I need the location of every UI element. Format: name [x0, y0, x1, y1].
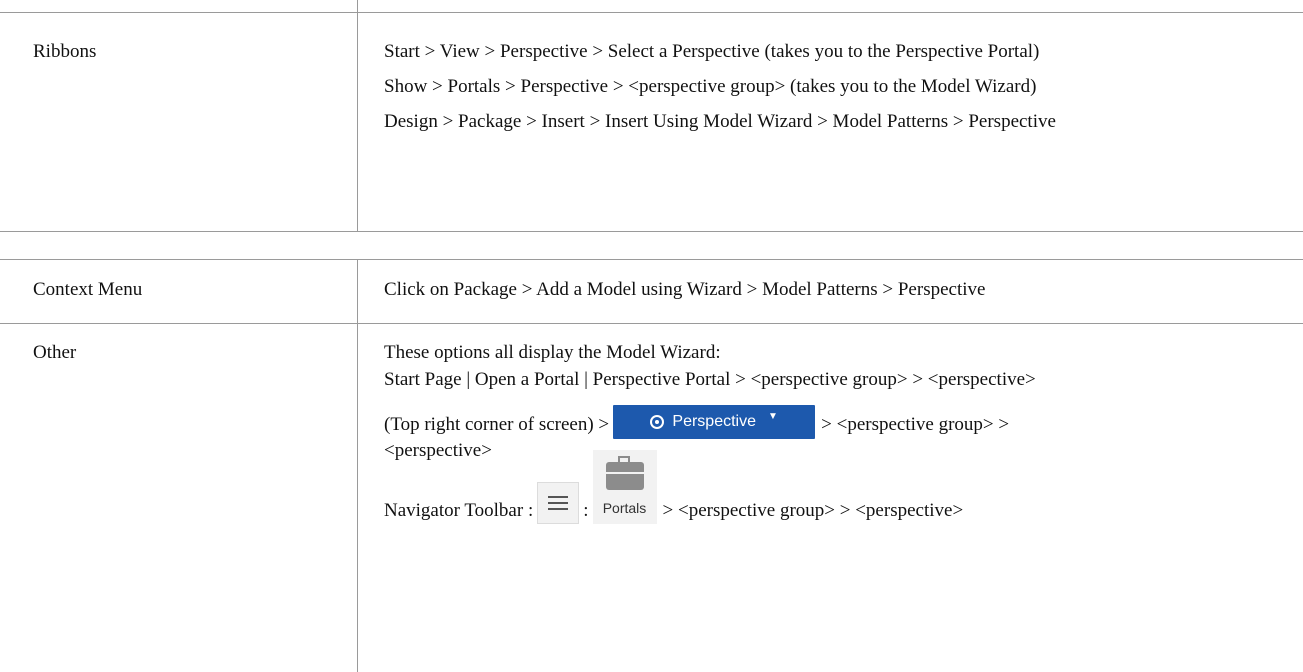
menu-path: Show > Portals > Perspective > <perspect…	[384, 76, 1037, 97]
path-separator: :	[583, 500, 589, 521]
eye-icon	[650, 415, 665, 429]
row-divider	[0, 259, 1303, 260]
caret-down-icon: ▼	[768, 411, 778, 422]
column-divider	[357, 0, 358, 231]
perspective-button[interactable]: Perspective ▼	[613, 405, 816, 439]
row-label: Context Menu	[33, 279, 143, 300]
path-text: (Top right corner of screen) >	[384, 414, 610, 435]
portals-button-label: Portals	[602, 500, 647, 516]
top-right-path: (Top right corner of screen) > Perspecti…	[384, 405, 1264, 442]
row-content: Click on Package > Add a Model using Wiz…	[384, 278, 1264, 302]
path-text: > <perspective group> >	[821, 414, 1010, 435]
column-divider	[357, 259, 358, 672]
portals-button[interactable]: Portals	[592, 450, 657, 524]
row-label: Ribbons	[33, 41, 97, 62]
path-text: Navigator Toolbar :	[384, 500, 534, 521]
menu-path: Start Page | Open a Portal | Perspective…	[384, 369, 1036, 390]
menu-path: Design > Package > Insert > Insert Using…	[384, 111, 1056, 132]
briefcase-icon	[605, 456, 644, 490]
row-content: These options all display the Model Wiza…	[384, 341, 1264, 524]
row-content: Start > View > Perspective > Select a Pe…	[384, 40, 1264, 134]
hamburger-menu-button[interactable]	[537, 482, 580, 524]
row-divider	[0, 323, 1303, 324]
path-text: <perspective>	[384, 440, 492, 461]
hamburger-menu-icon	[548, 496, 569, 498]
intro-text: These options all display the Model Wiza…	[384, 342, 721, 363]
navigator-path: Navigator Toolbar : : Portals > <perspec…	[384, 450, 1264, 524]
table-top-border	[0, 12, 1303, 13]
row-divider	[0, 231, 1303, 232]
menu-path: Start > View > Perspective > Select a Pe…	[384, 41, 1040, 62]
path-text: > <perspective group> > <perspective>	[662, 500, 964, 521]
menu-path: Click on Package > Add a Model using Wiz…	[384, 279, 986, 300]
perspective-button-label: Perspective	[672, 413, 756, 430]
row-label: Other	[33, 342, 77, 363]
